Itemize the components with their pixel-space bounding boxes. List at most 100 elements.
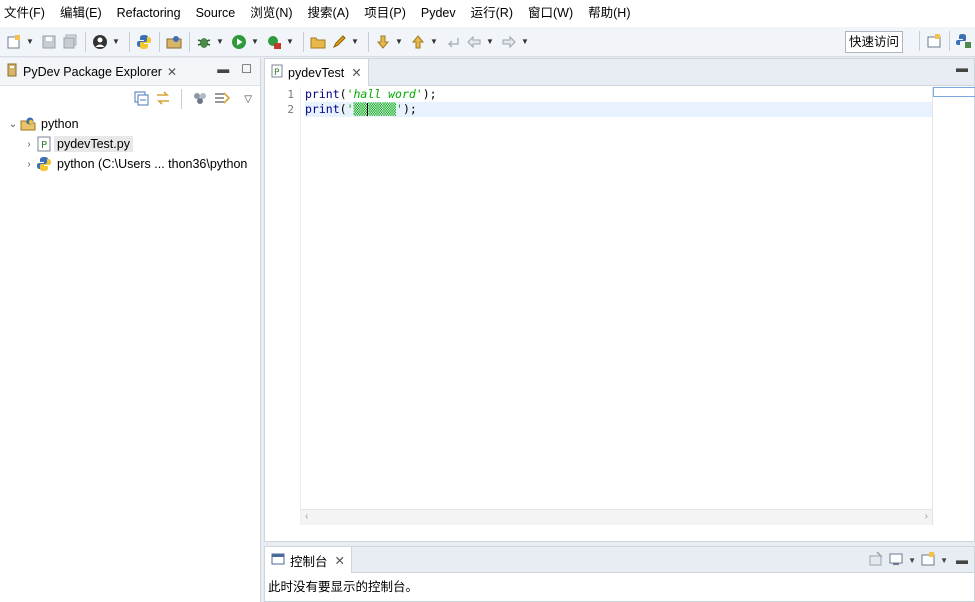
menu-window[interactable]: 窗口(W) — [528, 0, 580, 27]
next-annotation-icon[interactable] — [373, 32, 393, 52]
maximize-icon[interactable]: ☐ — [241, 62, 252, 76]
minimize-icon[interactable]: ▬ — [956, 553, 968, 567]
scroll-right-icon[interactable]: › — [925, 511, 928, 522]
filters-icon[interactable] — [192, 90, 208, 109]
save-icon[interactable] — [39, 32, 59, 52]
toolbar-separator — [949, 31, 950, 51]
chevron-down-icon[interactable]: ⌄ — [6, 119, 20, 130]
tab-package-explorer[interactable]: PyDev Package Explorer ✕ — [0, 58, 183, 86]
menu-project[interactable]: 项目(P) — [364, 0, 413, 27]
run-icon[interactable] — [229, 32, 249, 52]
quick-access-field[interactable]: 快速访问 — [844, 31, 903, 53]
external-tools-icon[interactable] — [264, 32, 284, 52]
external-tools-dropdown-icon[interactable]: ▼ — [285, 32, 295, 52]
menu-edit[interactable]: 编辑(E) — [60, 0, 109, 27]
close-icon[interactable]: ✕ — [351, 65, 361, 80]
user-icon[interactable] — [90, 32, 110, 52]
new-dropdown-icon[interactable]: ▼ — [25, 32, 35, 52]
back-icon[interactable] — [464, 32, 484, 52]
code-keyword: print — [305, 87, 340, 101]
display-console-icon[interactable] — [888, 551, 904, 569]
code-punct: ( — [339, 87, 347, 101]
package-explorer-icon — [6, 63, 18, 80]
minimize-icon[interactable]: ▬ — [217, 62, 229, 76]
menu-source[interactable]: Source — [196, 0, 243, 27]
menu-navigate[interactable]: 浏览(N) — [250, 0, 299, 27]
console-view: 控制台 ✕ ▼ ▼ ▬ 此时没有要显示的控制台。 — [264, 546, 975, 602]
prev-annotation-dropdown-icon[interactable]: ▼ — [429, 32, 439, 52]
toolbar-separator — [129, 31, 130, 52]
open-console-dropdown-icon[interactable]: ▼ — [940, 556, 948, 565]
tab-pydevtest[interactable]: P pydevTest ✕ — [265, 59, 369, 86]
menu-search[interactable]: 搜索(A) — [308, 0, 357, 27]
prev-annotation-icon[interactable] — [408, 32, 428, 52]
close-icon[interactable]: ✕ — [167, 65, 177, 79]
chevron-right-icon[interactable]: › — [22, 139, 36, 150]
tree-item-project[interactable]: ⌄ python — [0, 114, 260, 134]
code-line[interactable]: print('hall word'); — [305, 87, 932, 102]
new-icon[interactable] — [4, 32, 24, 52]
python-icon[interactable] — [134, 32, 154, 52]
focus-icon[interactable] — [214, 90, 231, 109]
pin-console-icon[interactable] — [868, 551, 884, 569]
overview-ruler[interactable] — [932, 87, 975, 525]
code-text[interactable]: print('hall word'); print('▒▒▒▒▒▒'); — [305, 87, 932, 117]
minimize-icon[interactable]: ▬ — [956, 61, 968, 75]
tab-label: PyDev Package Explorer — [23, 64, 162, 79]
menu-refactoring[interactable]: Refactoring — [117, 0, 188, 27]
save-all-icon[interactable] — [60, 32, 80, 52]
code-string: '▒▒ — [346, 102, 368, 116]
collapse-all-icon[interactable] — [133, 90, 149, 109]
main-toolbar: ▼ ▼ ▼ ▼ ▼ ▼ ▼ ▼ ▼ ▼ 快速访问 — [0, 27, 975, 57]
pen-icon[interactable] — [329, 32, 349, 52]
python-file-icon: P — [36, 136, 52, 152]
code-area[interactable]: 1 2 print('hall word'); print('▒▒▒▒▒▒');… — [265, 87, 975, 525]
open-folder-icon[interactable] — [308, 32, 328, 52]
user-dropdown-icon[interactable]: ▼ — [111, 32, 121, 52]
python-interpreter-icon — [36, 156, 52, 172]
forward-dropdown-icon[interactable]: ▼ — [520, 32, 530, 52]
code-keyword: print — [305, 102, 340, 116]
explorer-toolbar: ▽ — [0, 86, 260, 112]
run-dropdown-icon[interactable]: ▼ — [250, 32, 260, 52]
editor-tabbar: P pydevTest ✕ ▬ — [265, 59, 974, 86]
tree-item-file[interactable]: › P pydevTest.py — [0, 134, 260, 154]
package-icon[interactable] — [164, 32, 184, 52]
display-console-dropdown-icon[interactable]: ▼ — [908, 556, 916, 565]
pydev-perspective-icon[interactable] — [954, 31, 974, 51]
close-icon[interactable]: ✕ — [335, 553, 345, 568]
line-number: 1 — [287, 88, 294, 101]
line-number-gutter: 1 2 — [265, 87, 301, 525]
menu-bar: 文件(F) 编辑(E) Refactoring Source 浏览(N) 搜索(… — [0, 0, 975, 27]
menu-pydev[interactable]: Pydev — [421, 0, 463, 27]
view-menu-icon[interactable]: ▽ — [244, 94, 252, 105]
next-annotation-dropdown-icon[interactable]: ▼ — [394, 32, 404, 52]
line-number: 2 — [287, 103, 294, 116]
pen-dropdown-icon[interactable]: ▼ — [350, 32, 360, 52]
menu-run[interactable]: 运行(R) — [471, 0, 520, 27]
console-toolbar: ▼ ▼ ▬ — [868, 551, 968, 569]
toolbar-separator — [159, 31, 160, 52]
code-line-current[interactable]: print('▒▒▒▒▒▒'); — [305, 102, 932, 117]
menu-file[interactable]: 文件(F) — [4, 0, 52, 27]
open-perspective-icon[interactable] — [924, 31, 944, 51]
tree-item-interpreter[interactable]: › python (C:\Users ... thon36\python — [0, 154, 260, 174]
explorer-tabbar: PyDev Package Explorer ✕ ▬ ☐ — [0, 58, 260, 86]
code-punct: ); — [402, 102, 417, 116]
open-console-icon[interactable] — [920, 551, 936, 569]
back-dropdown-icon[interactable]: ▼ — [485, 32, 495, 52]
ruler-viewport-marker[interactable] — [933, 87, 975, 97]
debug-dropdown-icon[interactable]: ▼ — [215, 32, 225, 52]
scroll-left-icon[interactable]: ‹ — [305, 511, 308, 522]
toolbar-separator — [189, 31, 190, 52]
chevron-right-icon[interactable]: › — [22, 159, 36, 170]
debug-icon[interactable] — [194, 32, 214, 52]
tab-console[interactable]: 控制台 ✕ — [265, 547, 352, 573]
forward-icon[interactable] — [499, 32, 519, 52]
last-edit-icon[interactable] — [443, 32, 463, 52]
link-with-editor-icon[interactable] — [155, 90, 171, 109]
horizontal-scrollbar[interactable]: ‹ › — [301, 509, 932, 525]
tree-item-label: pydevTest.py — [54, 136, 133, 152]
svg-text:P: P — [41, 140, 47, 151]
menu-help[interactable]: 帮助(H) — [588, 0, 637, 27]
